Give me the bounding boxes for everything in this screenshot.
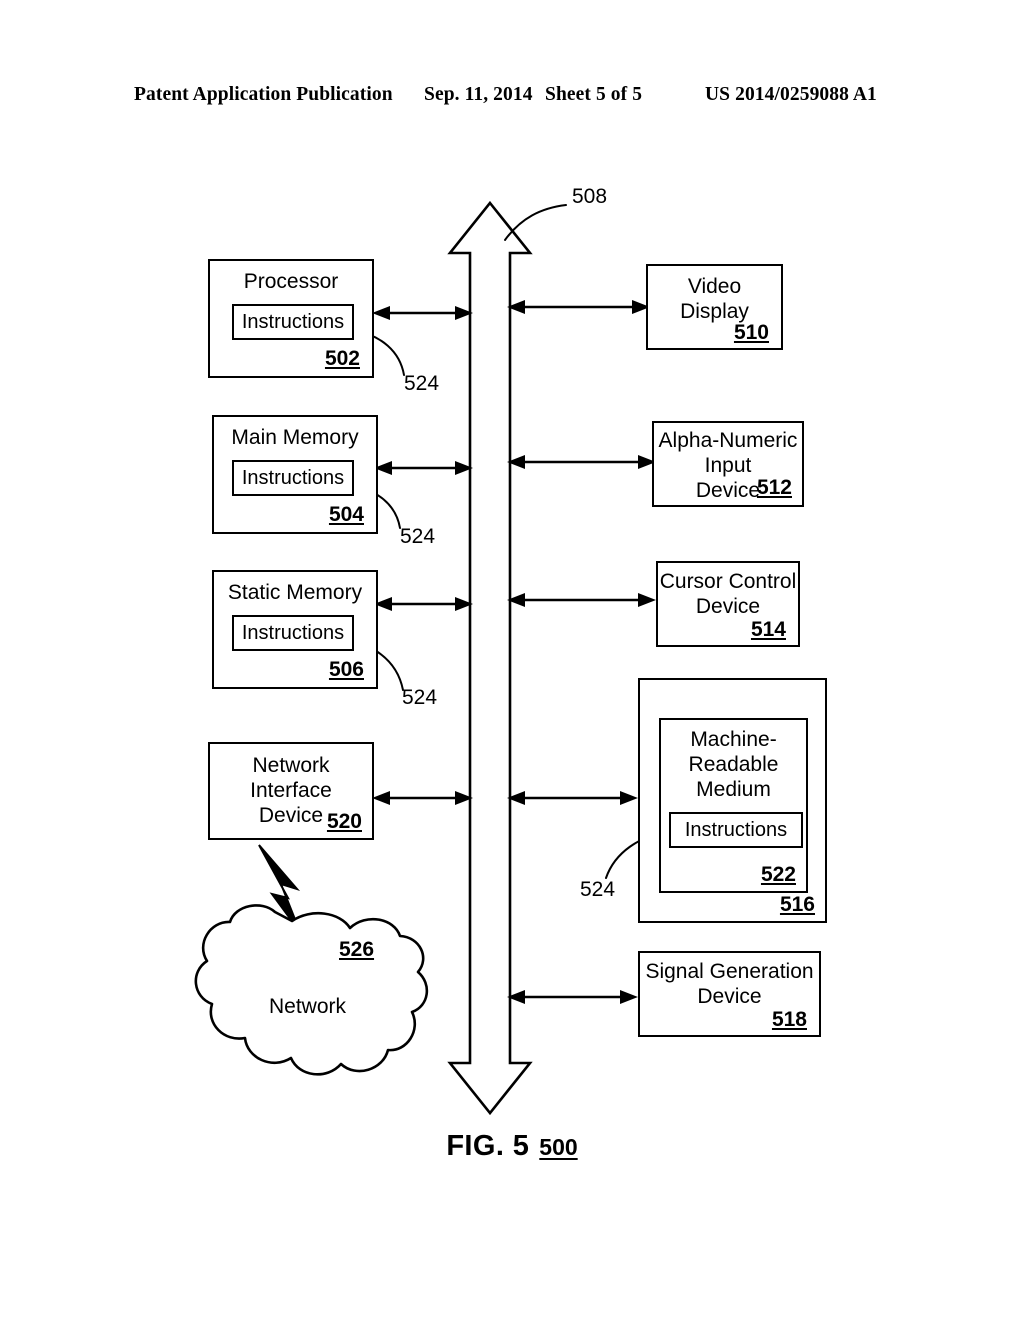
alpha-numeric-input-device-ref-512: 512 xyxy=(756,476,792,499)
leader-ref-524-main-memory: 524 xyxy=(400,525,436,548)
video-display-ref-510: 510 xyxy=(733,321,769,344)
system-bus-arrow xyxy=(447,200,533,1116)
processor-box: Processor Instructions 502 xyxy=(208,259,374,378)
bus-ref-508: 508 xyxy=(572,185,608,208)
figure-caption-number: 500 xyxy=(539,1134,578,1160)
static-memory-ref-506: 506 xyxy=(328,658,364,681)
connector-bus-alpha-numeric-input xyxy=(507,455,656,469)
machine-readable-medium-instructions-box: Instructions xyxy=(669,812,803,848)
connector-static-memory-bus xyxy=(374,597,473,611)
main-memory-instructions-box: Instructions xyxy=(232,460,354,496)
connector-bus-cursor-control xyxy=(507,593,656,607)
machine-readable-medium-box: Machine- Readable Medium Instructions 52… xyxy=(659,718,808,893)
connector-bus-drive-unit xyxy=(507,791,638,805)
network-ref-526: 526 xyxy=(339,938,375,961)
alpha-numeric-input-device-box: Alpha-Numeric Input Device 512 xyxy=(652,421,804,507)
signal-generation-device-ref-518: 518 xyxy=(771,1008,807,1031)
drive-unit-ref-516: 516 xyxy=(779,893,815,916)
connector-bus-signal-generation xyxy=(507,990,638,1004)
figure-5-block-diagram: 508 Processor Instructions 502 524 Main … xyxy=(0,0,1024,1320)
connector-network-interface-bus xyxy=(372,791,473,805)
figure-vector-layer xyxy=(194,200,669,1116)
machine-readable-medium-title: Machine- Readable Medium xyxy=(688,728,779,801)
network-interface-device-box: Network Interface Device 520 xyxy=(208,742,374,840)
signal-generation-device-title: Signal Generation Device xyxy=(645,960,814,1008)
network-interface-device-ref-520: 520 xyxy=(326,810,362,833)
machine-readable-medium-ref-522: 522 xyxy=(760,863,796,886)
main-memory-title: Main Memory xyxy=(231,426,359,449)
video-display-title: Video Display xyxy=(680,275,749,323)
static-memory-box: Static Memory Instructions 506 xyxy=(212,570,378,689)
network-cloud-shape xyxy=(194,904,429,1076)
processor-title: Processor xyxy=(243,270,339,293)
main-memory-box: Main Memory Instructions 504 xyxy=(212,415,378,534)
leader-ref-524-machine-readable-medium: 524 xyxy=(580,878,616,901)
leader-ref-524-processor: 524 xyxy=(404,372,440,395)
network-label: Network xyxy=(269,995,347,1018)
static-memory-title: Static Memory xyxy=(227,581,363,604)
processor-instructions-box: Instructions xyxy=(232,304,354,340)
connector-main-memory-bus xyxy=(374,461,473,475)
connector-processor-bus xyxy=(372,306,473,320)
figure-caption-label: FIG. 5 xyxy=(446,1130,530,1162)
cursor-control-device-title: Cursor Control Device xyxy=(659,570,797,618)
static-memory-instructions-box: Instructions xyxy=(232,615,354,651)
figure-caption: FIG. 5 500 xyxy=(0,1130,1024,1163)
video-display-box: Video Display 510 xyxy=(646,264,783,350)
leader-ref-524-static-memory: 524 xyxy=(402,686,438,709)
main-memory-ref-504: 504 xyxy=(328,503,364,526)
cursor-control-device-box: Cursor Control Device 514 xyxy=(656,561,800,647)
cursor-control-device-ref-514: 514 xyxy=(750,618,786,641)
connector-bus-video-display xyxy=(507,300,650,314)
signal-generation-device-box: Signal Generation Device 518 xyxy=(638,951,821,1037)
processor-ref-502: 502 xyxy=(324,347,360,370)
